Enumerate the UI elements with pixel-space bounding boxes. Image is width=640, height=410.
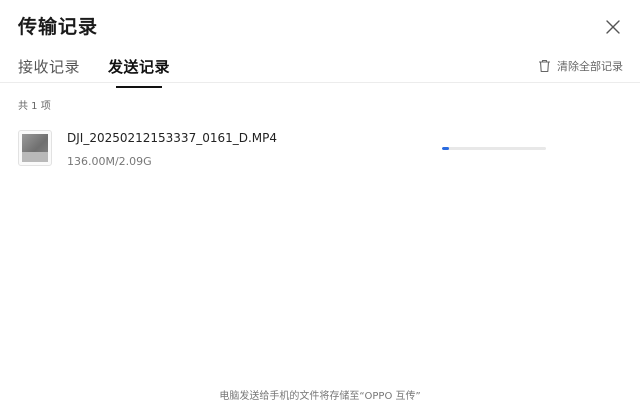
tab-divider	[0, 82, 640, 83]
trash-icon	[539, 59, 550, 73]
progress-bar	[442, 147, 546, 150]
file-name: DJI_20250212153337_0161_D.MP4	[67, 131, 278, 145]
file-thumbnail	[18, 130, 52, 166]
clear-all-label: 清除全部记录	[557, 60, 623, 73]
transfer-list-item[interactable]: DJI_20250212153337_0161_D.MP4 136.00M/2.…	[18, 130, 622, 170]
transfer-size-progress: 136.00M/2.09G	[67, 155, 152, 168]
dialog-title: 传输记录	[18, 16, 99, 38]
progress-bar-fill	[442, 147, 449, 150]
close-button[interactable]	[604, 18, 622, 36]
footer-note: 电脑发送给手机的文件将存储至“OPPO 互传”	[219, 391, 421, 402]
close-icon	[606, 20, 620, 34]
clear-all-button[interactable]: 清除全部记录	[538, 58, 623, 74]
video-thumbnail-image	[22, 134, 48, 162]
item-count: 共 1 项	[18, 101, 51, 112]
